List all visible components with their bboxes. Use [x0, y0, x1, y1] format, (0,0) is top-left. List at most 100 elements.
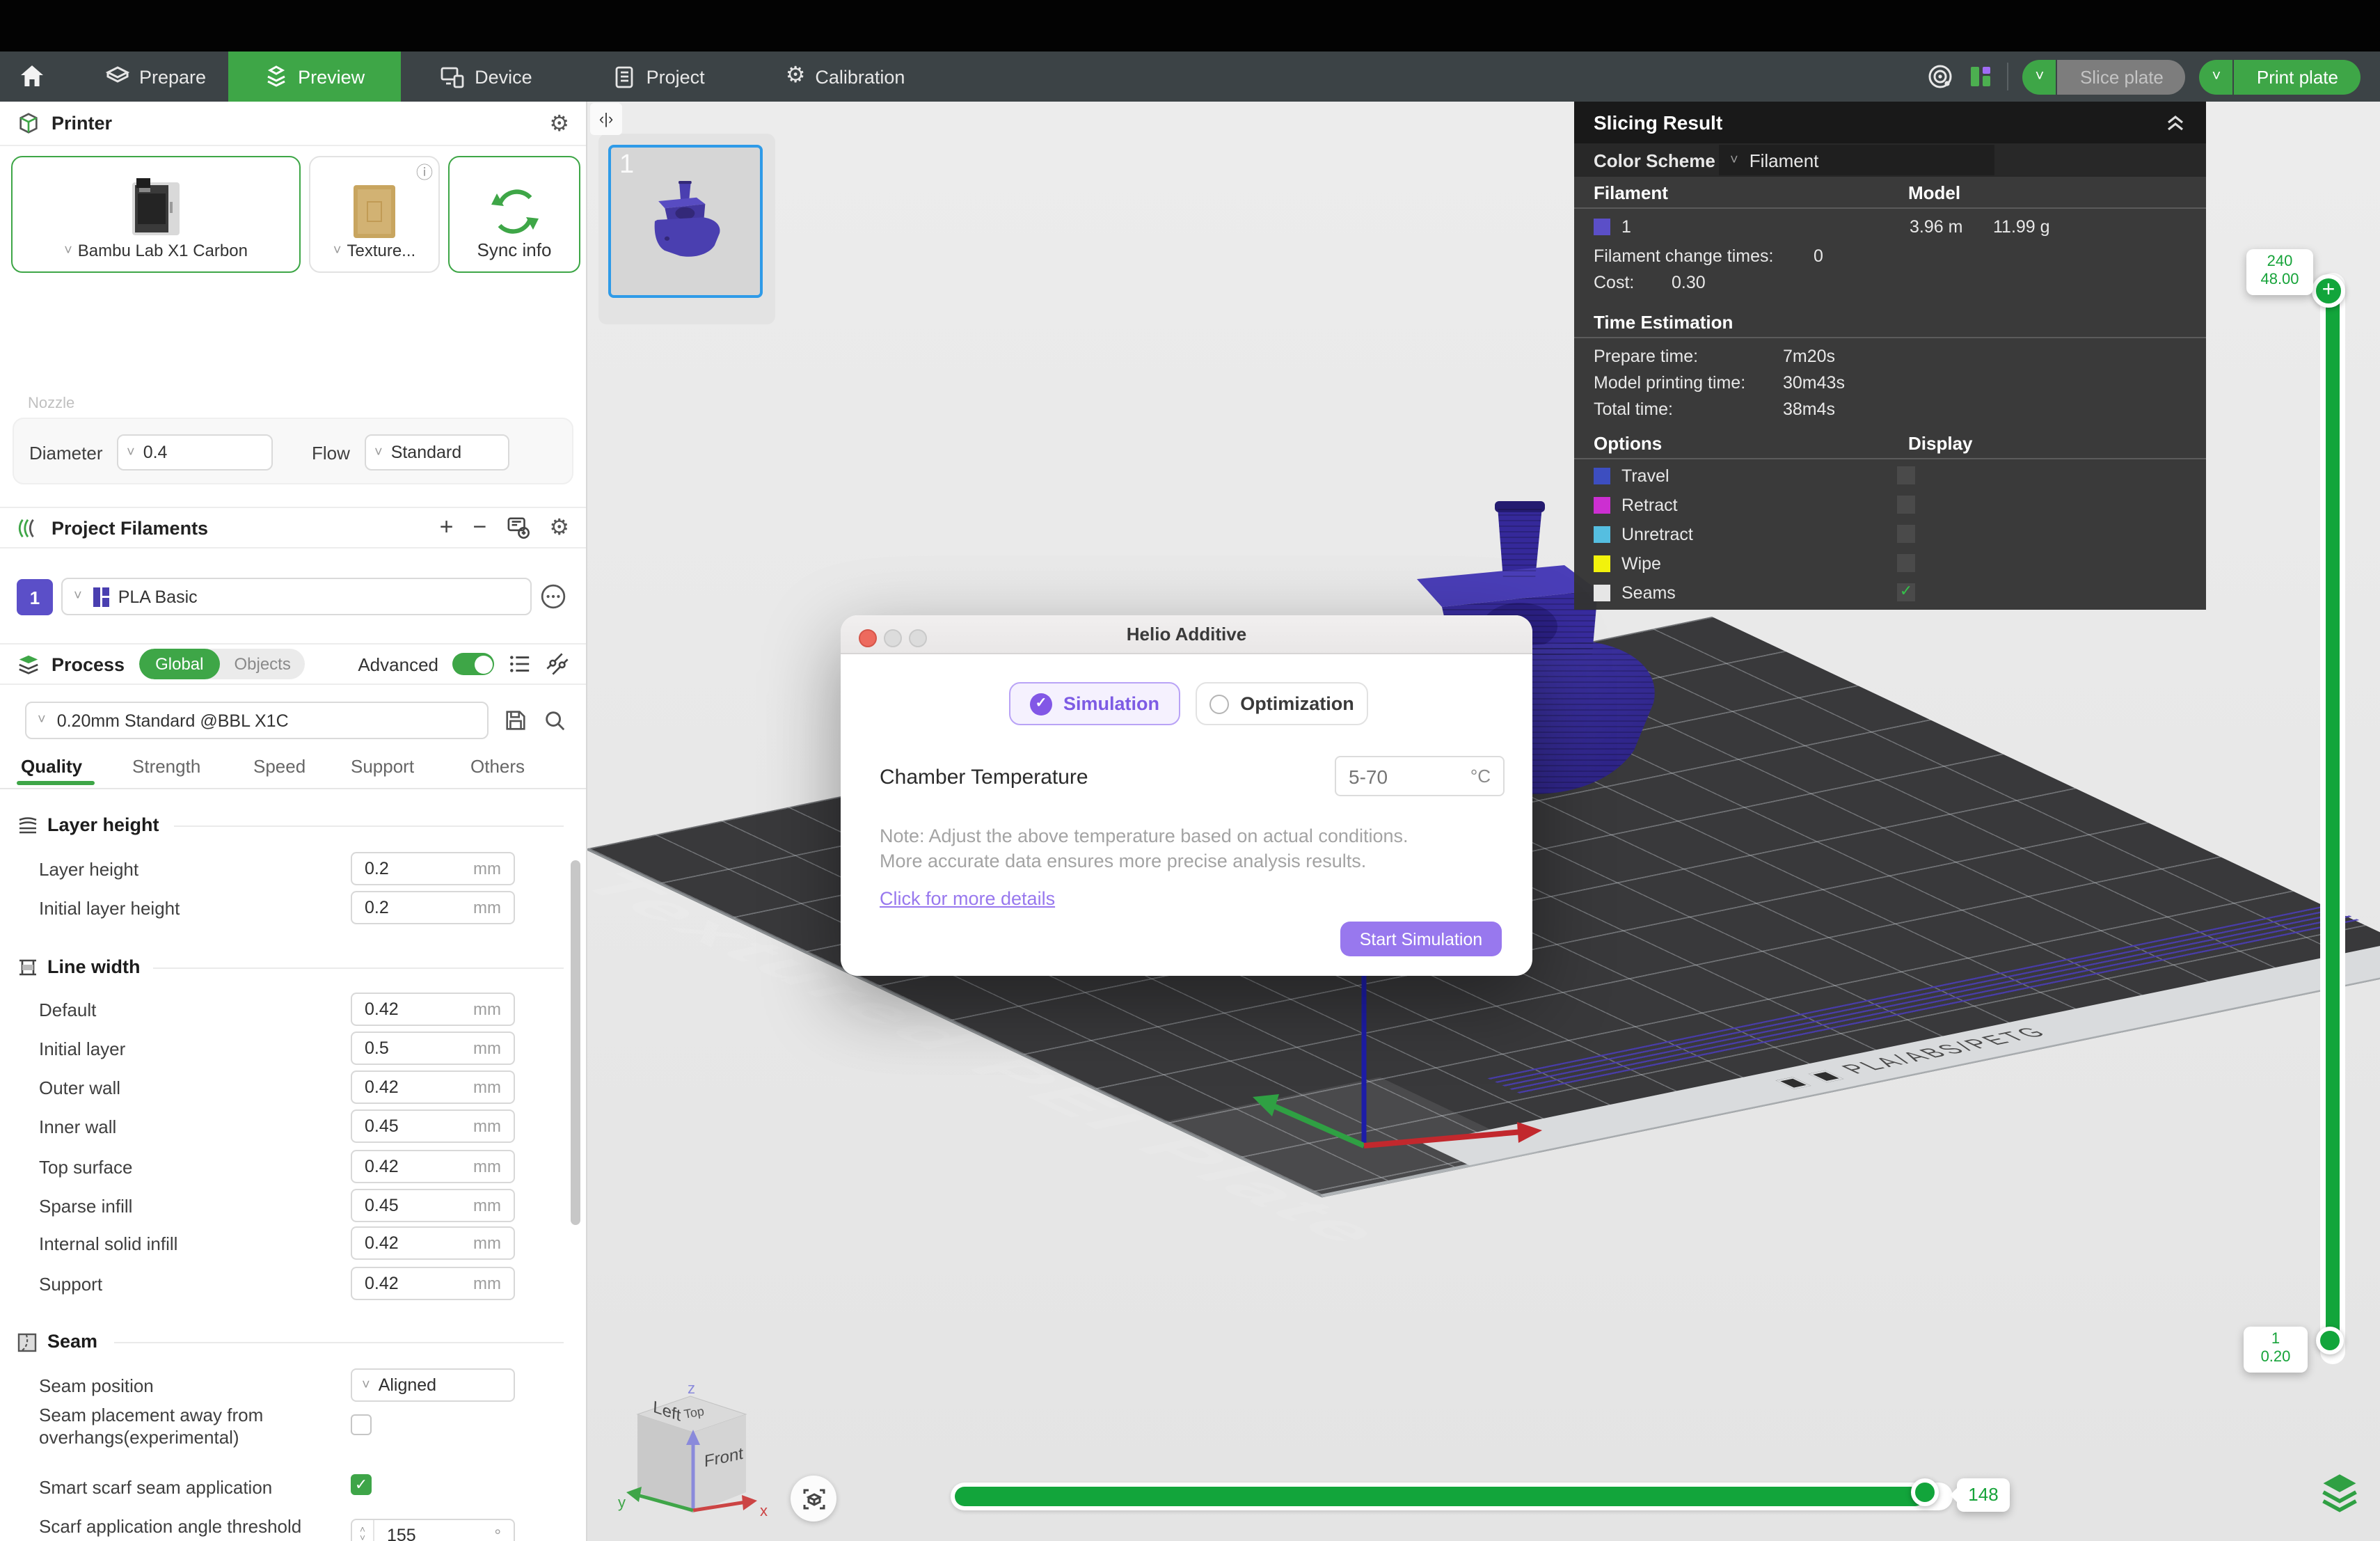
travel-display-checkbox[interactable]: [1897, 466, 1915, 484]
tune-icon[interactable]: [546, 653, 569, 675]
slice-plate-button[interactable]: Slice plate: [2058, 59, 2186, 94]
smart-scarf-checkbox[interactable]: ✓: [351, 1474, 372, 1495]
dialog-titlebar[interactable]: Helio Additive: [841, 615, 1532, 654]
param-value: 0.2: [352, 859, 389, 878]
retract-swatch: [1594, 497, 1610, 514]
project-icon: [613, 65, 637, 88]
navigation-cube[interactable]: Top Left Front z y x: [618, 1385, 768, 1524]
process-preset-select[interactable]: ˅ 0.20mm Standard @BBL X1C: [25, 702, 489, 739]
tab-prepare[interactable]: Prepare: [84, 52, 228, 102]
option-row-seams: Seams: [1594, 583, 2192, 603]
lw-top-surface-input[interactable]: 0.42mm: [351, 1150, 515, 1183]
spinner-arrows[interactable]: ˄˅: [352, 1520, 374, 1541]
printer-model-card[interactable]: ˅Bambu Lab X1 Carbon: [11, 156, 301, 273]
wipe-display-checkbox[interactable]: [1897, 554, 1915, 572]
remove-filament-button[interactable]: −: [473, 514, 486, 542]
layer-height-input[interactable]: 0.2mm: [351, 852, 515, 885]
info-icon[interactable]: ⓘ: [416, 160, 433, 184]
tab-strength[interactable]: Strength: [132, 756, 200, 777]
plate-image: [351, 182, 398, 241]
chevron-down-icon: ˅: [366, 445, 391, 460]
col-filament: Filament: [1594, 182, 1668, 203]
lw-sparse-infill-input[interactable]: 0.45mm: [351, 1189, 515, 1222]
start-simulation-button[interactable]: Start Simulation: [1340, 922, 1502, 956]
tab-support[interactable]: Support: [351, 756, 414, 777]
lw-initial-layer-input[interactable]: 0.5mm: [351, 1032, 515, 1065]
plate-thumbnail[interactable]: 1: [608, 145, 763, 298]
initial-layer-height-input[interactable]: 0.2mm: [351, 891, 515, 924]
tab-project[interactable]: Project: [591, 52, 727, 102]
seams-display-checkbox[interactable]: ✓: [1897, 583, 1915, 601]
sync-info-card[interactable]: Sync info: [448, 156, 580, 273]
add-filament-button[interactable]: +: [440, 514, 454, 542]
filament-slot-badge[interactable]: 1: [17, 579, 53, 615]
collapse-panel-icon[interactable]: [2164, 113, 2187, 132]
slice-plate-split-button: ˅ Slice plate: [2023, 59, 2186, 94]
advanced-toggle[interactable]: [452, 653, 494, 675]
slice-plate-dropdown[interactable]: ˅: [2023, 59, 2056, 94]
close-button[interactable]: [859, 629, 877, 647]
nozzle-diameter-select[interactable]: ˅0.4: [117, 434, 273, 471]
printer-settings-gear-icon[interactable]: ⚙: [549, 109, 569, 137]
seam-icon: [17, 1332, 38, 1353]
unretract-display-checkbox[interactable]: [1897, 525, 1915, 543]
assistant-icon[interactable]: [1927, 63, 1955, 90]
ams-sync-icon[interactable]: [506, 516, 530, 539]
save-preset-icon[interactable]: [504, 709, 527, 732]
param-list-icon[interactable]: [508, 653, 532, 675]
slicing-result-header: Slicing Result: [1574, 102, 2206, 143]
seam-placement-checkbox[interactable]: [351, 1414, 372, 1435]
optimization-mode-button[interactable]: Optimization: [1196, 682, 1368, 725]
section-rule: [153, 967, 564, 969]
printer-section-title: Printer: [51, 113, 112, 134]
param-label: Top surface: [39, 1157, 132, 1178]
seam-position-select[interactable]: ˅Aligned: [351, 1368, 515, 1402]
zoom-button[interactable]: [909, 629, 927, 647]
lw-outer-wall-input[interactable]: 0.42mm: [351, 1070, 515, 1104]
color-scheme-select[interactable]: ˅ Filament: [1719, 145, 1994, 175]
plate-type-card[interactable]: ⓘ ˅Texture...: [309, 156, 440, 273]
print-plate-dropdown[interactable]: ˅: [2200, 59, 2233, 94]
retract-display-checkbox[interactable]: [1897, 496, 1915, 514]
dialog-note: Note: Adjust the above temperature based…: [880, 824, 1499, 874]
print-plate-button[interactable]: Print plate: [2235, 59, 2361, 94]
scarf-angle-spinner[interactable]: ˄˅155°: [351, 1519, 515, 1541]
tab-others[interactable]: Others: [470, 756, 525, 777]
tab-device[interactable]: Device: [418, 52, 555, 102]
layer-slider-bottom-handle[interactable]: [2316, 1327, 2344, 1354]
arrange-icon[interactable]: [1969, 64, 1994, 89]
tab-quality[interactable]: Quality: [21, 756, 82, 777]
move-slider-handle[interactable]: [1911, 1478, 1939, 1506]
tab-speed[interactable]: Speed: [253, 756, 306, 777]
more-details-link[interactable]: Click for more details: [880, 888, 1055, 909]
preset-name: 0.20mm Standard @BBL X1C: [57, 711, 289, 730]
time-estimation-title: Time Estimation: [1594, 312, 1733, 333]
lw-inner-wall-input[interactable]: 0.45mm: [351, 1109, 515, 1143]
lw-support-input[interactable]: 0.42mm: [351, 1267, 515, 1300]
lw-internal-solid-input[interactable]: 0.42mm: [351, 1226, 515, 1260]
tab-label: Device: [475, 66, 532, 87]
sidebar-collapse-handle[interactable]: ‹|›: [590, 103, 622, 135]
simulation-mode-button[interactable]: ✓ Simulation: [1009, 682, 1180, 725]
sync-icon: [486, 184, 542, 239]
filament-more-button[interactable]: [540, 583, 566, 610]
plate-thumbnail-number: 1: [619, 150, 634, 181]
scope-global[interactable]: Global: [138, 649, 220, 679]
chamber-temperature-field: °C: [1335, 756, 1505, 796]
tab-calibration[interactable]: ⚙ Calibration: [763, 52, 928, 102]
search-preset-icon[interactable]: [543, 709, 566, 732]
filament-settings-gear-icon[interactable]: ⚙: [549, 514, 569, 542]
home-button[interactable]: [0, 52, 64, 102]
tab-preview[interactable]: Preview: [228, 52, 401, 102]
camera-view-button[interactable]: [791, 1476, 836, 1522]
chamber-temperature-input[interactable]: [1336, 764, 1447, 789]
minimize-button[interactable]: [884, 629, 902, 647]
filament-select[interactable]: ˅ PLA Basic: [61, 578, 532, 615]
sidebar-scrollbar[interactable]: [571, 860, 580, 1225]
scope-objects[interactable]: Objects: [220, 654, 304, 674]
layers-view-icon[interactable]: [2317, 1471, 2362, 1516]
layer-slider-top-handle[interactable]: +: [2312, 274, 2345, 308]
total-time-value: 38m4s: [1783, 400, 1835, 419]
flow-select[interactable]: ˅Standard: [365, 434, 509, 471]
lw-default-input[interactable]: 0.42mm: [351, 993, 515, 1026]
